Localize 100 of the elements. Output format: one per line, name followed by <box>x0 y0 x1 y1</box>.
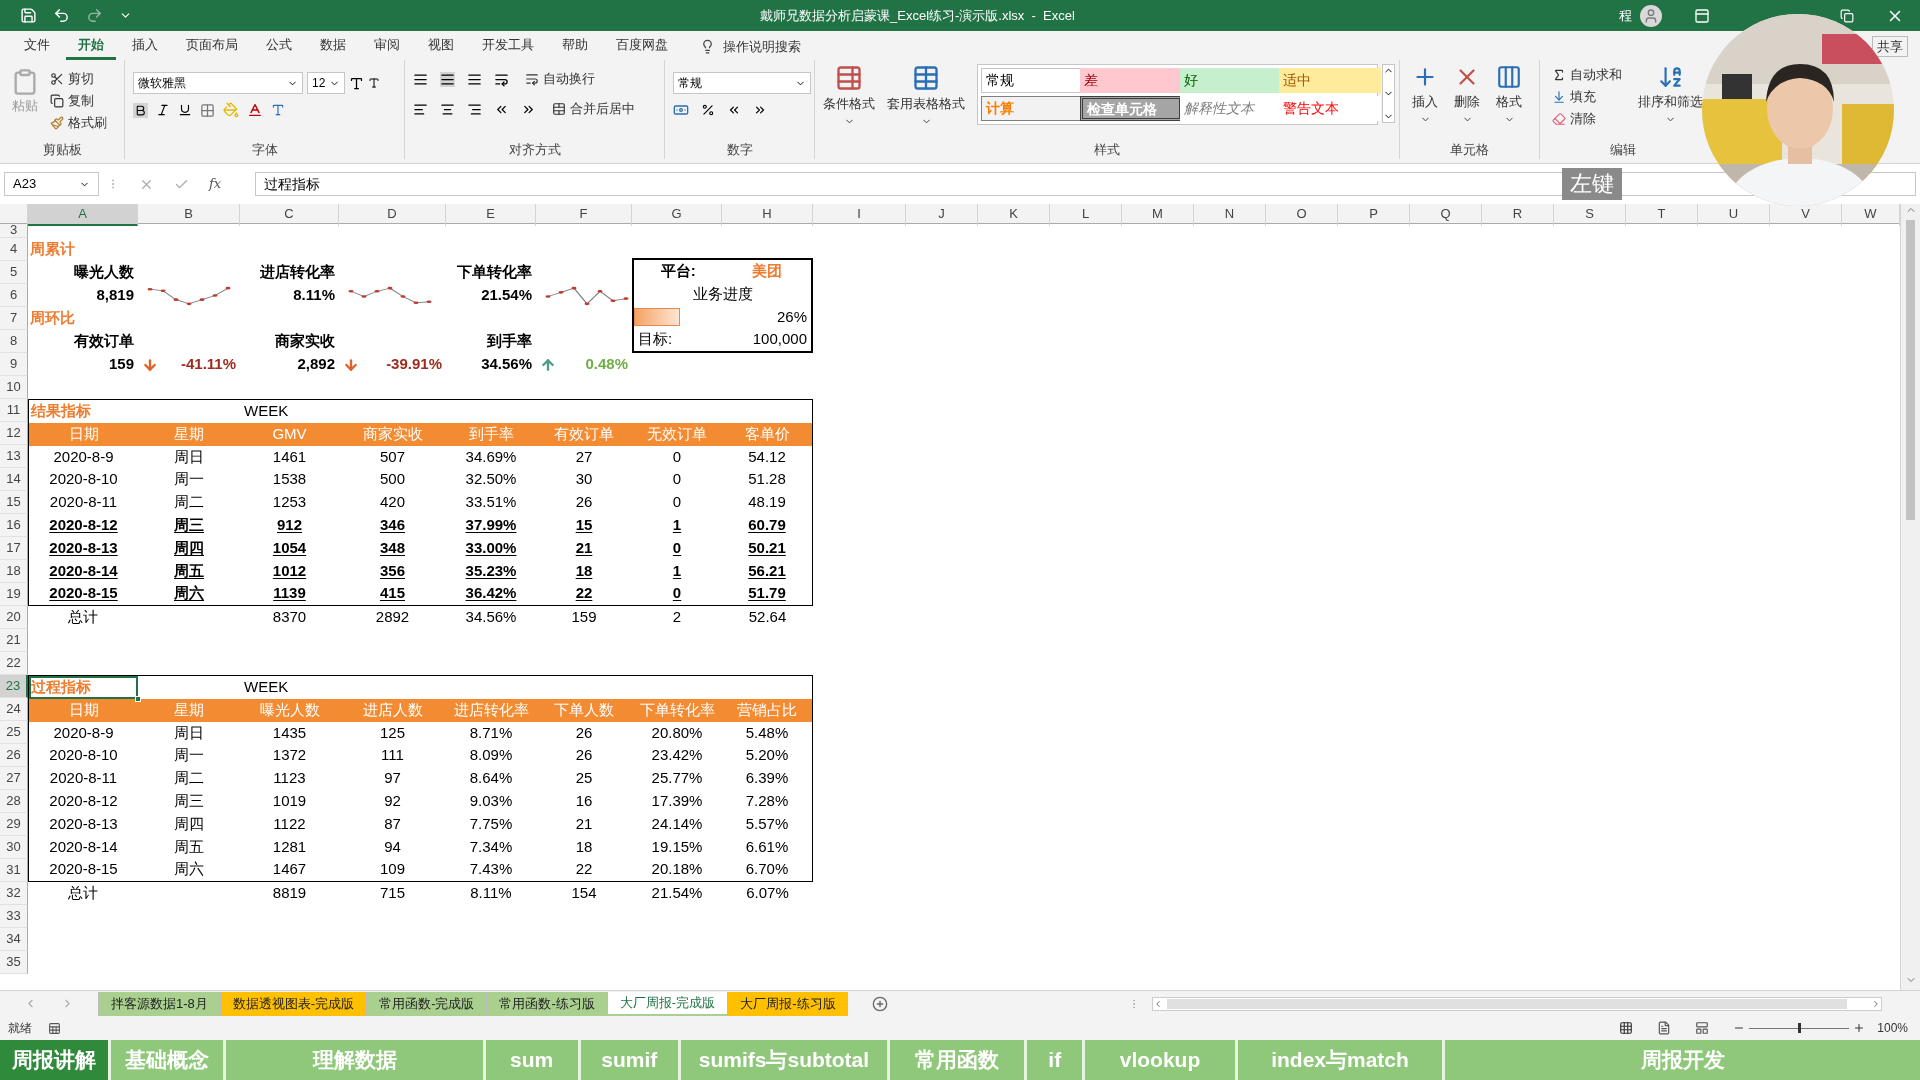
column-header[interactable]: Q <box>1410 204 1482 226</box>
row-header[interactable]: 26 <box>0 744 28 767</box>
insert-function-button[interactable]: fx <box>209 174 222 194</box>
column-header[interactable]: F <box>536 204 632 226</box>
sheet-tab[interactable]: 拌客源数据1-8月 <box>98 991 220 1016</box>
increase-decimal-icon[interactable] <box>727 103 741 117</box>
orientation-icon[interactable] <box>494 71 509 87</box>
column-header[interactable]: P <box>1338 204 1410 226</box>
cell-style-option[interactable]: 差 <box>1080 68 1183 93</box>
merge-center-button[interactable]: 合并后居中 <box>548 98 639 120</box>
column-header[interactable]: U <box>1698 204 1770 226</box>
cell-style-option[interactable]: 适中 <box>1278 68 1381 93</box>
shrink-font-icon[interactable] <box>368 77 380 89</box>
sheet-tab[interactable]: 常用函数-完成版 <box>366 991 487 1016</box>
ribbon-tab[interactable]: 帮助 <box>550 33 600 60</box>
row-header[interactable]: 5 <box>0 261 28 284</box>
row-header[interactable]: 17 <box>0 537 28 560</box>
cells-button[interactable]: 插入 <box>1408 64 1442 126</box>
fill-handle[interactable] <box>135 695 141 702</box>
page-break-icon[interactable] <box>1695 1021 1710 1035</box>
row-header[interactable]: 10 <box>0 376 28 399</box>
row-header[interactable]: 30 <box>0 836 28 859</box>
clear-button[interactable]: 清除 <box>1548 108 1626 130</box>
cut-button[interactable]: 剪切 <box>46 68 111 90</box>
underline-icon[interactable] <box>178 103 192 117</box>
row-header[interactable]: 29 <box>0 813 28 836</box>
align-center-icon[interactable] <box>440 101 455 117</box>
column-header[interactable]: H <box>722 204 813 226</box>
ribbon-tab[interactable]: 百度网盘 <box>604 33 680 60</box>
align-right-icon[interactable] <box>467 101 482 117</box>
ribbon-tab[interactable]: 插入 <box>120 33 170 60</box>
ribbon-tab[interactable]: 视图 <box>416 33 466 60</box>
macro-record-icon[interactable] <box>48 1021 61 1035</box>
font-size-field[interactable]: 12 <box>307 72 345 94</box>
row-header[interactable]: 28 <box>0 790 28 813</box>
font-name-field[interactable]: 微软雅黑 <box>133 72 303 94</box>
normal-view-icon[interactable] <box>1619 1021 1634 1035</box>
ribbon-tab[interactable]: 数据 <box>308 33 358 60</box>
column-header[interactable]: T <box>1626 204 1698 226</box>
page-layout-icon[interactable] <box>1657 1021 1672 1035</box>
row-header[interactable]: 32 <box>0 882 28 905</box>
row-header[interactable]: 31 <box>0 859 28 882</box>
sheet-tab[interactable]: 大厂周报-练习版 <box>727 991 848 1016</box>
ribbon-tab[interactable]: 文件 <box>12 33 62 60</box>
row-header[interactable]: 11 <box>0 399 28 422</box>
format-painter-button[interactable]: 格式刷 <box>46 112 111 134</box>
row-header[interactable]: 20 <box>0 606 28 629</box>
sheet-tab[interactable]: 数据透视图表-完成版 <box>219 991 367 1016</box>
vertical-scrollbar[interactable] <box>1900 204 1920 990</box>
column-header[interactable]: M <box>1122 204 1194 226</box>
column-header[interactable]: G <box>632 204 722 226</box>
row-header[interactable]: 24 <box>0 698 28 721</box>
phonetic-icon[interactable] <box>271 103 285 117</box>
copy-button[interactable]: 复制 <box>46 90 111 112</box>
column-header[interactable]: S <box>1554 204 1626 226</box>
row-header[interactable]: 18 <box>0 560 28 583</box>
italic-icon[interactable] <box>156 103 170 117</box>
column-header[interactable]: N <box>1194 204 1266 226</box>
row-header[interactable]: 33 <box>0 905 28 928</box>
zoom-level[interactable]: 100% <box>1877 1019 1908 1037</box>
row-header[interactable]: 21 <box>0 629 28 652</box>
font-color-icon[interactable] <box>247 102 263 118</box>
align-middle-icon[interactable] <box>440 71 455 87</box>
percent-icon[interactable] <box>701 103 715 117</box>
row-header[interactable]: 8 <box>0 330 28 353</box>
column-header[interactable]: E <box>446 204 536 226</box>
fill-button[interactable]: 填充 <box>1548 86 1626 108</box>
zoom-in-icon[interactable] <box>1853 1022 1866 1034</box>
row-header[interactable]: 34 <box>0 928 28 951</box>
align-left-icon[interactable] <box>413 101 428 117</box>
sheet-tab[interactable]: 大厂周报-完成版 <box>606 991 728 1016</box>
row-header[interactable]: 4 <box>0 238 28 261</box>
grow-font-icon[interactable] <box>349 75 364 91</box>
autosum-button[interactable]: 自动求和 <box>1548 64 1626 86</box>
decrease-decimal-icon[interactable] <box>753 103 767 117</box>
zoom-thumb[interactable] <box>1797 1023 1801 1033</box>
row-header[interactable]: 7 <box>0 307 28 330</box>
save-icon[interactable] <box>20 7 37 24</box>
column-header[interactable]: J <box>906 204 978 226</box>
sort-filter-button[interactable]: 排序和筛选 <box>1634 64 1707 130</box>
cell-style-option[interactable]: 好 <box>1179 68 1282 93</box>
row-header[interactable]: 35 <box>0 951 28 974</box>
restore-icon[interactable] <box>1840 8 1854 23</box>
row-header[interactable]: 3 <box>0 224 28 238</box>
number-format-field[interactable]: 常规 <box>673 72 811 94</box>
row-header[interactable]: 13 <box>0 445 28 468</box>
chapter-segment[interactable]: 周报讲解 <box>0 1040 108 1080</box>
borders-icon[interactable] <box>200 102 215 118</box>
fill-color-icon[interactable] <box>223 102 239 118</box>
row-header[interactable]: 22 <box>0 652 28 675</box>
scroll-thumb[interactable] <box>1906 220 1915 520</box>
row-header[interactable]: 27 <box>0 767 28 790</box>
horizontal-scrollbar[interactable] <box>1151 996 1882 1011</box>
wrap-text-button[interactable]: 自动换行 <box>521 68 599 90</box>
column-header[interactable]: K <box>978 204 1050 226</box>
scroll-thumb[interactable] <box>1166 998 1847 1009</box>
row-header[interactable]: 15 <box>0 491 28 514</box>
column-header[interactable]: A <box>28 204 138 226</box>
align-top-icon[interactable] <box>413 71 428 87</box>
row-header[interactable]: 16 <box>0 514 28 537</box>
